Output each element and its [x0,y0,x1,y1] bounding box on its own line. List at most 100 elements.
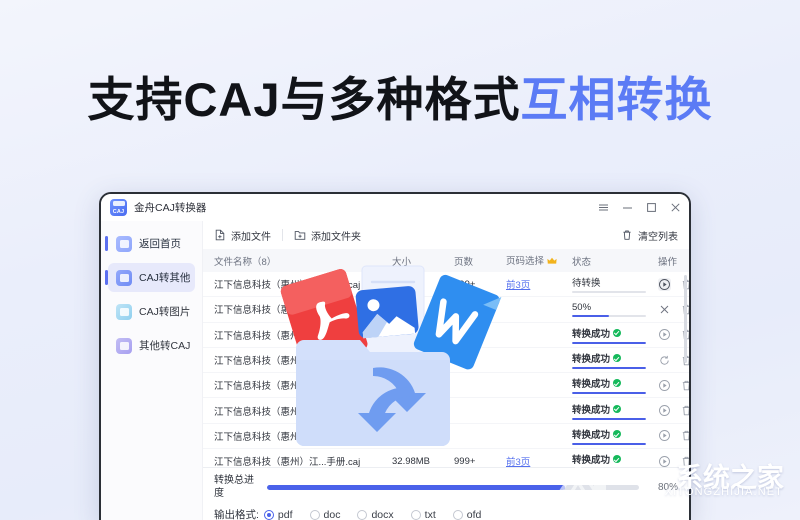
table-header: 文件名称（8） 大小 页数 页码选择 状态 操作 [203,249,689,272]
radio-dot-icon [411,510,421,520]
format-label: doc [324,509,341,520]
page-title-accent: 互相转换 [521,73,713,126]
delete-icon[interactable] [680,429,689,442]
radio-dot-icon [453,510,463,520]
play-icon[interactable] [658,455,671,467]
close-icon[interactable] [670,202,681,213]
cell-operations [658,379,689,392]
table-row[interactable]: 江下信息科技（惠州）江...手册.caj 转换成功 [203,323,689,348]
table-row[interactable]: 江下信息科技（惠州）江...手册.caj 转换成功 [203,373,689,398]
clear-list-label: 清空列表 [638,228,678,243]
sidebar-item-label: 其他转CAJ [139,338,190,353]
status-text: 转换成功 [572,402,610,416]
refresh-icon[interactable] [658,354,671,367]
total-progress-label: 转换总进度 [214,475,258,500]
trash-icon [621,229,633,241]
cell-filename: 江下信息科技（惠州）江...手册.caj [214,429,392,443]
cell-filename: 江下信息科技（惠州）江...手册.caj [214,404,392,418]
sidebar-item-label: CAJ转图片 [139,304,190,319]
page-title-primary: 支持CAJ与多种格式 [87,73,520,126]
sidebar-item-home[interactable]: 返回首页 [108,229,195,258]
sidebar-item-label: CAJ转其他 [139,270,190,285]
app-icon-label: CAJ [110,209,127,215]
cell-filename: 江下信息科技（惠州）江...手册.caj [214,302,392,316]
column-header-name: 文件名称（8） [214,254,392,268]
app-window: CAJ 金舟CAJ转换器 返回首页 [99,192,691,520]
delete-icon[interactable] [680,404,689,417]
column-header-status: 状态 [572,254,658,268]
window-controls [598,202,681,213]
cell-status: 转换成功 [572,452,658,467]
row-progress-bar [572,342,646,344]
status-text: 50% [572,302,591,313]
cell-status: 待转换 [572,275,658,293]
total-progress-row: 转换总进度 80% [214,475,678,500]
table-row[interactable]: 江下信息科技（惠州）江...手册.caj 转换成功 [203,398,689,423]
sidebar-item-caj-to-image[interactable]: CAJ转图片 [108,297,195,326]
table-row[interactable]: 江下信息科技（惠州）江...手册.caj 32.98MB 999+ 前3页 转换… [203,449,689,467]
column-header-operations: 操作 [658,254,678,268]
format-label: ofd [467,509,482,520]
add-file-button[interactable]: 添加文件 [214,228,271,243]
format-label: docx [371,509,393,520]
column-header-size: 大小 [392,254,454,268]
play-icon[interactable] [658,404,671,417]
play-icon[interactable] [658,429,671,442]
menu-icon[interactable] [598,202,609,213]
total-progress-percent: 80% [648,482,678,493]
home-icon [116,236,132,252]
app-title: 金舟CAJ转换器 [134,200,206,215]
radio-dot-icon [310,510,320,520]
format-radio-docx[interactable]: docx [357,509,393,520]
cell-filename: 江下信息科技（惠州）江...手册.caj [214,353,392,367]
clear-list-button[interactable]: 清空列表 [621,228,678,243]
toolbar: 添加文件 添加文件夹 清空列表 [203,221,689,249]
cell-operations [658,404,689,417]
add-folder-button[interactable]: 添加文件夹 [294,228,361,243]
delete-icon[interactable] [680,455,689,467]
add-folder-icon [294,229,306,241]
sidebar-item-other-to-caj[interactable]: 其他转CAJ [108,331,195,360]
list-scrollbar[interactable] [684,275,687,363]
play-icon[interactable] [658,379,671,392]
format-radio-doc[interactable]: doc [310,509,341,520]
format-radio-pdf[interactable]: pdf [264,509,293,520]
status-text: 转换成功 [572,351,610,365]
cell-pages: 999+ [454,456,506,467]
minimize-icon[interactable] [622,202,633,213]
total-progress-bar [267,485,639,490]
sidebar-item-caj-to-other[interactable]: CAJ转其他 [108,263,195,292]
toolbar-divider [282,229,283,241]
success-check-icon [613,455,621,463]
cell-filename: 江下信息科技（惠州）江...手册.caj [214,454,392,467]
table-row[interactable]: 江下信息科技（惠州）江...手册.caj 转换成功 [203,424,689,449]
add-file-label: 添加文件 [231,228,271,243]
delete-icon[interactable] [680,379,689,392]
maximize-icon[interactable] [646,202,657,213]
table-row[interactable]: 江下信息科技（惠州）江...手册.caj 50% [203,297,689,322]
play-icon[interactable] [658,328,671,341]
main-panel: 添加文件 添加文件夹 清空列表 文 [203,221,689,520]
cell-status: 转换成功 [572,376,658,394]
row-progress-bar [572,392,646,394]
format-radio-txt[interactable]: txt [411,509,436,520]
other-to-caj-icon [116,338,132,354]
window-titlebar: CAJ 金舟CAJ转换器 [101,194,689,221]
table-row[interactable]: 江下信息科技（惠州）江...手册.caj 转换成功 [203,348,689,373]
page-title: 支持CAJ与多种格式互相转换 [0,74,800,126]
vip-crown-icon [547,257,557,268]
page-select-link[interactable]: 前3页 [506,280,530,291]
play-icon[interactable] [658,278,671,291]
cancel-icon[interactable] [658,303,671,316]
table-row[interactable]: 江下信息科技（惠州）江...手册.caj 7.70K 999+ 前3页 待转换 [203,272,689,297]
file-list[interactable]: 江下信息科技（惠州）江...手册.caj 7.70K 999+ 前3页 待转换 [203,272,689,467]
radio-dot-icon [264,510,274,520]
cell-filename: 江下信息科技（惠州）江...手册.caj [214,378,392,392]
add-file-icon [214,229,226,241]
caj-app-icon: CAJ [110,199,127,216]
page-select-link[interactable]: 前3页 [506,457,530,467]
status-text: 待转换 [572,275,601,289]
format-radio-ofd[interactable]: ofd [453,509,482,520]
success-check-icon [613,430,621,438]
cell-operations [658,455,689,467]
